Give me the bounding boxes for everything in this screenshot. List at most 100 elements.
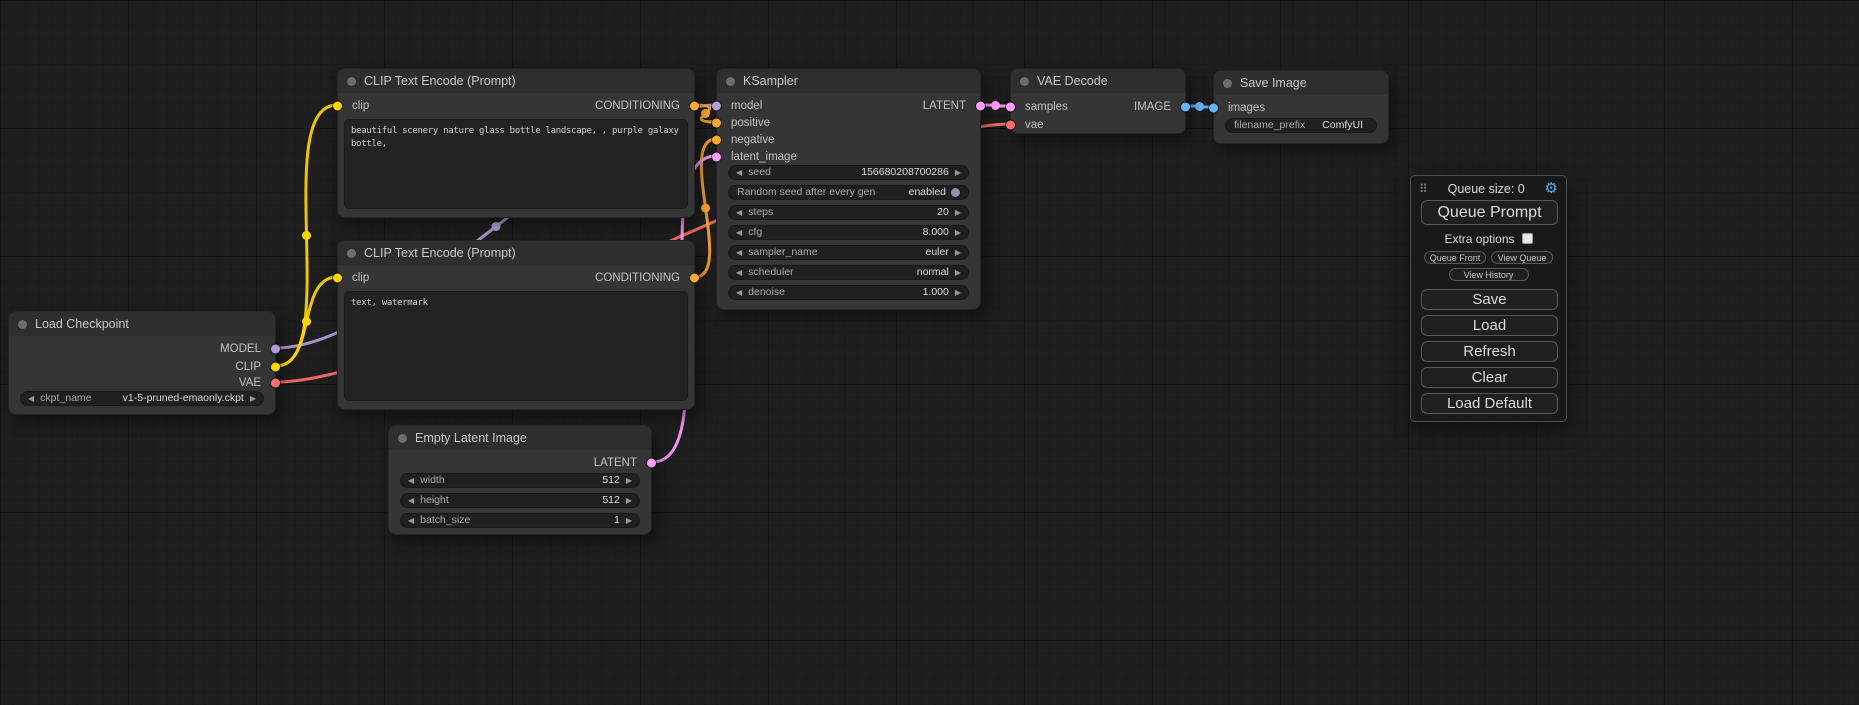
node-load-checkpoint[interactable]: Load Checkpoint MODEL CLIP VAE ◀ ckpt_na…	[8, 311, 276, 415]
arrow-right-icon[interactable]: ▶	[955, 169, 961, 177]
denoise-widget[interactable]: ◀ denoise 1.000 ▶	[728, 285, 969, 300]
extra-options-checkbox[interactable]	[1522, 233, 1533, 244]
positive-prompt-textarea[interactable]: beautiful scenery nature glass bottle la…	[344, 119, 688, 209]
load-default-button[interactable]: Load Default	[1421, 393, 1558, 414]
arrow-left-icon[interactable]: ◀	[736, 169, 742, 177]
node-header[interactable]: CLIP Text Encode (Prompt)	[338, 241, 694, 265]
view-history-button[interactable]: View History	[1449, 268, 1529, 281]
filename-prefix-widget[interactable]: filename_prefix ComfyUI	[1225, 118, 1377, 133]
width-widget[interactable]: ◀ width 512 ▶	[400, 473, 640, 488]
wire-midpoint-dot	[302, 231, 311, 240]
arrow-right-icon[interactable]: ▶	[955, 269, 961, 277]
collapse-icon[interactable]	[347, 249, 356, 258]
slot-label: IMAGE	[1134, 101, 1171, 113]
queue-prompt-button[interactable]: Queue Prompt	[1421, 200, 1558, 225]
collapse-icon[interactable]	[1020, 77, 1029, 86]
negative-prompt-textarea[interactable]: text, watermark	[344, 291, 688, 401]
random-seed-toggle-widget[interactable]: Random seed after every gen enabled	[728, 185, 969, 200]
collapse-icon[interactable]	[726, 77, 735, 86]
collapse-icon[interactable]	[347, 77, 356, 86]
drag-handle-icon[interactable]: ⠿	[1419, 183, 1428, 195]
arrow-left-icon[interactable]: ◀	[408, 477, 414, 485]
scheduler-widget[interactable]: ◀ scheduler normal ▶	[728, 265, 969, 280]
arrow-left-icon[interactable]: ◀	[736, 229, 742, 237]
arrow-right-icon[interactable]: ▶	[955, 229, 961, 237]
extra-options-label: Extra options	[1444, 232, 1514, 246]
refresh-button[interactable]: Refresh	[1421, 341, 1558, 362]
output-port-vae[interactable]	[271, 379, 280, 388]
input-port-model[interactable]	[712, 102, 721, 111]
node-ksampler[interactable]: KSampler model LATENT positive negative …	[716, 68, 981, 310]
node-header[interactable]: Save Image	[1214, 71, 1388, 95]
input-port-images[interactable]	[1209, 104, 1218, 113]
toggle-dot-icon[interactable]	[951, 188, 960, 197]
output-port-image[interactable]	[1181, 103, 1190, 112]
slot-label: images	[1228, 102, 1265, 114]
arrow-right-icon[interactable]: ▶	[626, 497, 632, 505]
node-header[interactable]: CLIP Text Encode (Prompt)	[338, 69, 694, 93]
arrow-right-icon[interactable]: ▶	[626, 517, 632, 525]
arrow-left-icon[interactable]: ◀	[736, 289, 742, 297]
widget-value: 512	[602, 494, 620, 507]
node-clip-text-encode-negative[interactable]: CLIP Text Encode (Prompt) clip CONDITION…	[337, 240, 695, 410]
arrow-right-icon[interactable]: ▶	[250, 395, 256, 403]
widget-value: normal	[917, 266, 949, 279]
settings-gear-icon[interactable]: ⚙	[1545, 181, 1558, 196]
output-port-clip[interactable]	[271, 363, 280, 372]
input-port-latent-image[interactable]	[712, 153, 721, 162]
save-button[interactable]: Save	[1421, 289, 1558, 310]
node-vae-decode[interactable]: VAE Decode samples IMAGE vae	[1010, 68, 1186, 134]
node-header[interactable]: KSampler	[717, 69, 980, 93]
input-slot-negative: negative	[717, 132, 980, 148]
input-port-positive[interactable]	[712, 119, 721, 128]
input-port-samples[interactable]	[1006, 103, 1015, 112]
arrow-left-icon[interactable]: ◀	[736, 209, 742, 217]
node-header[interactable]: Empty Latent Image	[389, 426, 651, 450]
node-empty-latent-image[interactable]: Empty Latent Image LATENT ◀ width 512 ▶ …	[388, 425, 652, 535]
slot-label: CONDITIONING	[595, 272, 680, 284]
output-port-latent[interactable]	[647, 459, 656, 468]
steps-widget[interactable]: ◀ steps 20 ▶	[728, 205, 969, 220]
input-port-clip[interactable]	[333, 274, 342, 283]
arrow-right-icon[interactable]: ▶	[955, 209, 961, 217]
cfg-widget[interactable]: ◀ cfg 8.000 ▶	[728, 225, 969, 240]
batch-size-widget[interactable]: ◀ batch_size 1 ▶	[400, 513, 640, 528]
output-port-conditioning[interactable]	[690, 102, 699, 111]
queue-front-button[interactable]: Queue Front	[1424, 251, 1486, 264]
output-port-latent[interactable]	[976, 102, 985, 111]
arrow-left-icon[interactable]: ◀	[736, 249, 742, 257]
node-canvas[interactable]: Load Checkpoint MODEL CLIP VAE ◀ ckpt_na…	[0, 0, 1859, 705]
arrow-left-icon[interactable]: ◀	[736, 269, 742, 277]
arrow-right-icon[interactable]: ▶	[955, 249, 961, 257]
arrow-left-icon[interactable]: ◀	[408, 497, 414, 505]
collapse-icon[interactable]	[18, 320, 27, 329]
collapse-icon[interactable]	[1223, 79, 1232, 88]
arrow-right-icon[interactable]: ▶	[626, 477, 632, 485]
input-port-negative[interactable]	[712, 136, 721, 145]
node-clip-text-encode-positive[interactable]: CLIP Text Encode (Prompt) clip CONDITION…	[337, 68, 695, 218]
node-save-image[interactable]: Save Image images filename_prefix ComfyU…	[1213, 70, 1389, 144]
output-port-conditioning[interactable]	[690, 274, 699, 283]
widget-value: ComfyUI	[1322, 119, 1363, 132]
node-header[interactable]: Load Checkpoint	[9, 312, 275, 336]
load-button[interactable]: Load	[1421, 315, 1558, 336]
widget-value: 20	[937, 206, 949, 219]
slot-label: samples	[1025, 101, 1068, 113]
collapse-icon[interactable]	[398, 434, 407, 443]
node-title: Load Checkpoint	[35, 317, 129, 331]
input-port-vae[interactable]	[1006, 121, 1015, 130]
arrow-left-icon[interactable]: ◀	[28, 395, 34, 403]
view-queue-button[interactable]: View Queue	[1491, 251, 1553, 264]
output-port-model[interactable]	[271, 345, 280, 354]
node-title: KSampler	[743, 74, 798, 88]
arrow-right-icon[interactable]: ▶	[955, 289, 961, 297]
height-widget[interactable]: ◀ height 512 ▶	[400, 493, 640, 508]
sampler-name-widget[interactable]: ◀ sampler_name euler ▶	[728, 245, 969, 260]
seed-widget[interactable]: ◀ seed 156680208700286 ▶	[728, 165, 969, 180]
input-slot-vae: vae	[1011, 117, 1185, 133]
arrow-left-icon[interactable]: ◀	[408, 517, 414, 525]
node-header[interactable]: VAE Decode	[1011, 69, 1185, 93]
clear-button[interactable]: Clear	[1421, 367, 1558, 388]
ckpt-name-widget[interactable]: ◀ ckpt_name v1-5-pruned-emaonly.ckpt ▶	[20, 391, 264, 406]
input-port-clip[interactable]	[333, 102, 342, 111]
